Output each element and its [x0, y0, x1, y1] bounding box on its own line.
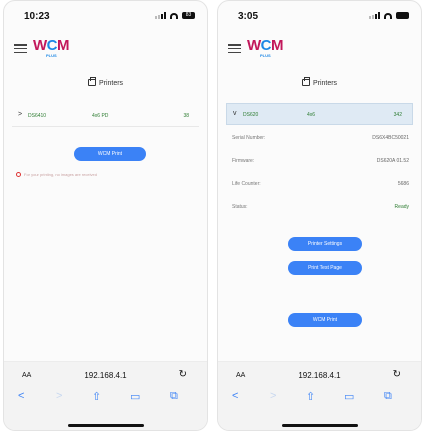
printer-name: DS6410	[28, 113, 47, 119]
signal-icon	[369, 12, 380, 19]
printer-count: 342	[393, 112, 402, 118]
phone-screenshot-right: 3:05 WCM PLUS Printers v DS620 4x6 342 S…	[217, 0, 422, 431]
address-bar[interactable]: AA 192.168.4.1 ↻	[218, 362, 421, 390]
reload-icon[interactable]: ↻	[393, 369, 401, 380]
bookmarks-icon[interactable]: ▭	[130, 390, 140, 403]
print-test-page-button[interactable]: Print Test Page	[288, 261, 362, 275]
detail-label: Status:	[232, 204, 248, 210]
detail-value: 5686	[397, 181, 409, 187]
menu-icon[interactable]	[228, 44, 241, 53]
detail-row-life-counter: Life Counter: 5686	[232, 181, 409, 204]
tabs-icon[interactable]: ⧉	[384, 390, 392, 403]
back-icon[interactable]: <	[18, 390, 24, 402]
detail-label: Serial Number:	[232, 135, 266, 141]
browser-toolbar: < > ⇧ ▭ ⧉	[4, 390, 207, 410]
detail-row-firmware: Firmware: DS620A 01.52	[232, 158, 409, 181]
printer-count: 38	[183, 113, 189, 119]
section-title: Printers	[218, 77, 421, 87]
share-icon[interactable]: ⇧	[306, 390, 315, 403]
browser-toolbar: < > ⇧ ▭ ⧉	[218, 390, 421, 410]
browser-bottom-bar: AA 192.168.4.1 ↻ < > ⇧ ▭ ⧉	[4, 361, 207, 430]
wifi-icon	[170, 12, 178, 19]
printer-media-size: 4x6	[307, 112, 316, 118]
section-title: Printers	[4, 77, 207, 87]
chevron-right-icon: >	[18, 111, 23, 118]
status-time: 10:23	[24, 11, 50, 22]
wifi-icon	[384, 12, 392, 19]
wcm-logo: WCM	[247, 37, 284, 54]
section-title-label: Printers	[312, 80, 338, 87]
bookmarks-icon[interactable]: ▭	[344, 390, 354, 403]
warning-icon	[16, 172, 21, 177]
status-bar: 3:05	[218, 1, 421, 31]
detail-label: Life Counter:	[232, 181, 261, 187]
battery-icon	[396, 12, 409, 19]
status-bar: 10:23 83	[4, 1, 207, 31]
detail-label: Firmware:	[232, 158, 255, 164]
printer-settings-button[interactable]: Printer Settings	[288, 237, 362, 251]
reload-icon[interactable]: ↻	[179, 369, 187, 380]
status-time: 3:05	[238, 11, 259, 22]
detail-row-status: Status: Ready	[232, 204, 409, 227]
wcm-print-button[interactable]: WCM Print	[288, 313, 362, 327]
notice-message: For your printing, no images are receive…	[16, 172, 97, 177]
forward-icon[interactable]: >	[56, 390, 62, 402]
share-icon[interactable]: ⇧	[92, 390, 101, 403]
phone-screenshot-left: 10:23 83 WCM PLUS Printers > DS6410 4x6 …	[3, 0, 208, 431]
status-icons: 83	[155, 12, 195, 19]
status-value: Ready	[394, 204, 409, 210]
printer-details: Serial Number: DS6X4BC50021 Firmware: DS…	[232, 135, 409, 227]
home-indicator	[68, 424, 144, 427]
printer-name: DS620	[243, 112, 259, 118]
chevron-down-icon: v	[233, 110, 237, 117]
menu-icon[interactable]	[14, 44, 27, 53]
logo-subtitle: PLUS	[260, 53, 271, 58]
address-bar[interactable]: AA 192.168.4.1 ↻	[4, 362, 207, 390]
browser-bottom-bar: AA 192.168.4.1 ↻ < > ⇧ ▭ ⧉	[218, 361, 421, 430]
detail-value: DS620A 01.52	[376, 158, 409, 164]
printer-icon	[301, 77, 310, 86]
logo-subtitle: PLUS	[46, 53, 57, 58]
url-text[interactable]: 192.168.4.1	[218, 371, 421, 380]
battery-icon: 83	[182, 12, 195, 19]
notice-text: For your printing, no images are receive…	[24, 172, 97, 177]
forward-icon[interactable]: >	[270, 390, 276, 402]
wcm-logo: WCM	[33, 37, 70, 54]
detail-row-serial: Serial Number: DS6X4BC50021	[232, 135, 409, 158]
status-icons	[369, 12, 409, 19]
tabs-icon[interactable]: ⧉	[170, 390, 178, 403]
home-indicator	[282, 424, 358, 427]
back-icon[interactable]: <	[232, 390, 238, 402]
url-text[interactable]: 192.168.4.1	[4, 371, 207, 380]
signal-icon	[155, 12, 166, 19]
printer-icon	[87, 77, 96, 86]
app-header: WCM PLUS	[4, 33, 207, 63]
printer-row[interactable]: > DS6410 4x6 PD 38	[12, 105, 199, 127]
wcm-print-button[interactable]: WCM Print	[74, 147, 146, 161]
printer-media-size: 4x6 PD	[92, 113, 109, 119]
section-title-label: Printers	[98, 80, 124, 87]
detail-value: DS6X4BC50021	[372, 135, 409, 141]
printer-row-expanded[interactable]: v DS620 4x6 342	[226, 103, 413, 125]
app-header: WCM PLUS	[218, 33, 421, 63]
